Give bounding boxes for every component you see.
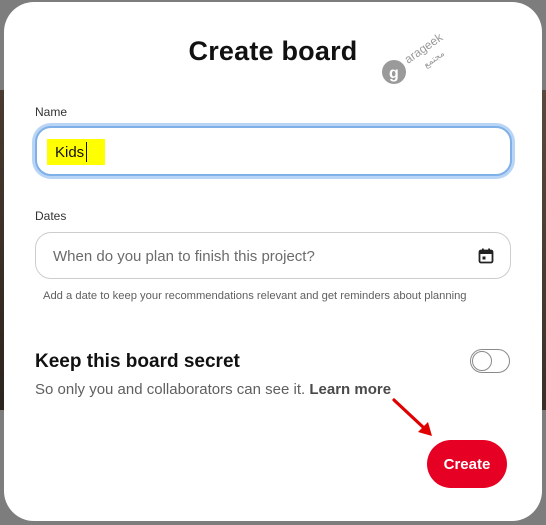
name-label: Name [35,105,68,119]
board-name-input[interactable]: Kids [35,126,512,176]
board-name-value: Kids [55,144,85,161]
dialog-title: Create board [188,36,358,66]
learn-more-link[interactable]: Learn more [309,381,391,398]
secret-description-text: So only you and collaborators can see it… [35,381,306,398]
annotation-arrow-icon [392,398,432,436]
calendar-icon[interactable] [478,248,494,264]
dates-input[interactable]: When do you plan to finish this project? [35,232,511,279]
text-caret [86,142,87,162]
secret-board-toggle[interactable] [470,349,510,373]
secret-board-title: Keep this board secret [35,351,240,372]
arageek-watermark-logo: g arageek مجتمع [382,30,447,84]
toggle-knob [472,351,492,371]
secret-board-description: So only you and collaborators can see it… [35,381,391,398]
dates-label: Dates [35,209,67,223]
dates-helper-text: Add a date to keep your recommendations … [43,290,467,302]
svg-text:g: g [389,65,399,82]
create-button[interactable]: Create [427,440,507,488]
dates-placeholder: When do you plan to finish this project? [53,248,315,265]
